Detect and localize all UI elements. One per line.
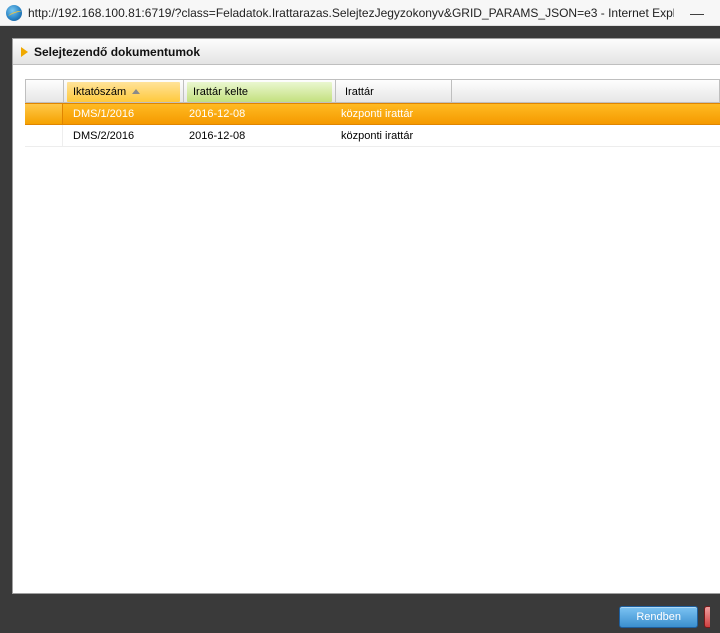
cell-iktatoszam: DMS/1/2016 [63, 108, 183, 120]
column-irattar-kelte[interactable]: Irattár kelte [184, 80, 336, 102]
grid-body: DMS/1/20162016-12-08központi irattárDMS/… [25, 103, 720, 147]
minimize-button[interactable]: — [680, 3, 714, 23]
column-label: Irattár [345, 86, 374, 98]
window-titlebar: http://192.168.100.81:6719/?class=Felada… [0, 0, 720, 26]
main-panel: Selejtezendő dokumentumok Iktatószám Ira… [12, 38, 720, 594]
window-title: http://192.168.100.81:6719/?class=Felada… [28, 6, 674, 20]
column-label: Irattár kelte [193, 86, 248, 98]
row-lead [25, 125, 63, 146]
grid-header-lead [26, 80, 64, 102]
cell-irattar: központi irattár [335, 130, 720, 142]
cell-irattar: központi irattár [335, 108, 720, 120]
sort-asc-icon [132, 89, 140, 94]
row-lead [25, 104, 63, 124]
secondary-button-stub[interactable] [704, 606, 710, 628]
ok-button[interactable]: Rendben [619, 606, 698, 628]
cell-kelte: 2016-12-08 [183, 130, 335, 142]
cell-iktatoszam: DMS/2/2016 [63, 130, 183, 142]
bottom-toolbar: Rendben [0, 601, 720, 633]
grid-header-row: Iktatószám Irattár kelte Irattár [25, 79, 720, 103]
column-iktatoszam[interactable]: Iktatószám [64, 80, 184, 102]
cell-kelte: 2016-12-08 [183, 108, 335, 120]
table-row[interactable]: DMS/1/20162016-12-08központi irattár [25, 103, 720, 125]
app-frame: Selejtezendő dokumentumok Iktatószám Ira… [0, 26, 720, 633]
panel-title: Selejtezendő dokumentumok [34, 45, 200, 59]
panel-header[interactable]: Selejtezendő dokumentumok [13, 39, 720, 65]
grid: Iktatószám Irattár kelte Irattár [13, 65, 720, 593]
table-row[interactable]: DMS/2/20162016-12-08központi irattár [25, 125, 720, 147]
chevron-right-icon [21, 47, 28, 57]
column-spacer[interactable] [452, 80, 720, 102]
column-irattar[interactable]: Irattár [336, 80, 452, 102]
column-label: Iktatószám [73, 86, 126, 98]
ie-icon [6, 5, 22, 21]
